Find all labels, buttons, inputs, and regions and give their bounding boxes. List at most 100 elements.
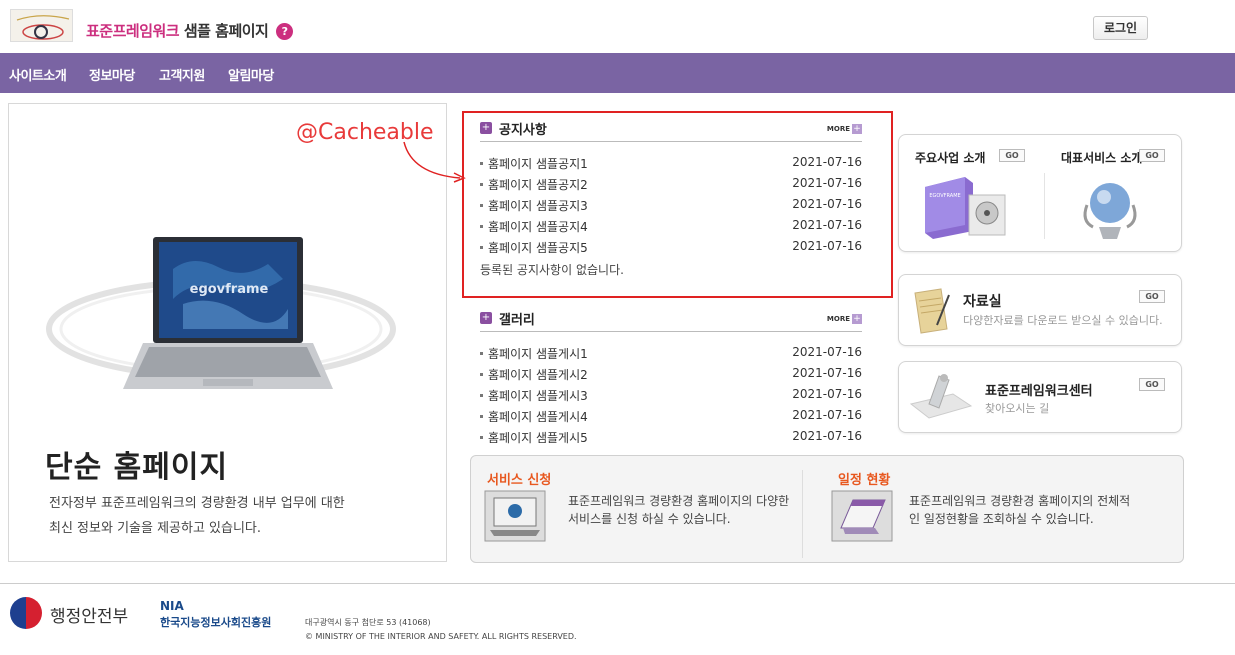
notice-empty-message: 등록된 공지사항이 없습니다. xyxy=(480,263,624,277)
list-item[interactable]: 홈페이지 샘플게시4 2021-07-16 xyxy=(480,405,862,426)
list-item[interactable]: 홈페이지 샘플공지3 2021-07-16 xyxy=(480,194,862,215)
center-title[interactable]: 표준프레임워크센터 xyxy=(985,380,1093,399)
nia-name: 한국지능정보사회진흥원 xyxy=(160,616,272,629)
notice-list: 홈페이지 샘플공지1 2021-07-16 홈페이지 샘플공지2 2021-07-1… xyxy=(480,152,862,257)
service-apply-title[interactable]: 서비스 신청 xyxy=(487,469,551,488)
list-item[interactable]: 홈페이지 샘플공지2 2021-07-16 xyxy=(480,173,862,194)
main-business-go-button[interactable]: GO xyxy=(999,149,1025,162)
service-apply-icon[interactable] xyxy=(484,490,546,542)
schedule-desc-line-2: 인 일정현황을 조회하실 수 있습니다. xyxy=(909,512,1094,526)
hero-desc-line-1: 전자정부 표준프레임워크의 경량환경 내부 업무에 대한 xyxy=(49,496,345,511)
header: 표준프레임워크 샘플 홈페이지 ? 로그인 xyxy=(0,0,1235,53)
service-apply-description: 표준프레임워크 경량환경 홈페이지의 다양한 서비스를 신청 하실 수 있습니다… xyxy=(568,492,789,528)
plus-icon: + xyxy=(480,312,492,324)
nav-item-site-intro[interactable]: 사이트소개 xyxy=(9,65,67,84)
notice-date: 2021-07-16 xyxy=(792,197,862,211)
gallery-board-title[interactable]: 갤러리 xyxy=(499,309,535,328)
rep-service-go-button[interactable]: GO xyxy=(1139,149,1165,162)
footer-copyright: © MINISTRY OF THE INTERIOR AND SAFETY. A… xyxy=(305,632,577,641)
notice-title[interactable]: 홈페이지 샘플공지4 xyxy=(480,218,588,235)
footer-address: 대구광역시 동구 첨단로 53 (41068) xyxy=(305,618,431,627)
nav-item-info[interactable]: 정보마당 xyxy=(89,65,135,84)
ministry-name[interactable]: 행정안전부 xyxy=(50,602,128,627)
gallery-board: + 갤러리 MORE + 홈페이지 샘플게시1 2021-07-16 홈페이지 샘플… xyxy=(480,308,862,447)
taegeuk-logo-icon xyxy=(10,597,42,629)
list-item[interactable]: 홈페이지 샘플게시3 2021-07-16 xyxy=(480,384,862,405)
calendar-icon[interactable] xyxy=(831,490,893,542)
list-item[interactable]: 홈페이지 샘플게시2 2021-07-16 xyxy=(480,363,862,384)
product-box-label: EGOVFRAME xyxy=(929,193,960,199)
notepad-icon xyxy=(914,288,950,334)
gallery-title[interactable]: 홈페이지 샘플게시1 xyxy=(480,345,588,362)
schedule-title[interactable]: 일정 현황 xyxy=(838,469,890,488)
list-item[interactable]: 홈페이지 샘플공지4 2021-07-16 xyxy=(480,215,862,236)
list-item[interactable]: 홈페이지 샘플공지5 2021-07-16 xyxy=(480,236,862,257)
more-plus-icon: + xyxy=(852,124,862,134)
gallery-date: 2021-07-16 xyxy=(792,408,862,422)
nia-logo[interactable]: NIA xyxy=(160,599,184,613)
notice-date: 2021-07-16 xyxy=(792,218,862,232)
rep-service-title[interactable]: 대표서비스 소개 xyxy=(1061,149,1142,166)
gallery-date: 2021-07-16 xyxy=(792,345,862,359)
gallery-more-link[interactable]: MORE + xyxy=(827,314,862,324)
annotation-arrow-icon xyxy=(403,141,466,183)
gallery-title[interactable]: 홈페이지 샘플게시4 xyxy=(480,408,588,425)
notice-title[interactable]: 홈페이지 샘플공지2 xyxy=(480,176,588,193)
list-item[interactable]: 홈페이지 샘플게시1 2021-07-16 xyxy=(480,342,862,363)
notice-more-link[interactable]: MORE + xyxy=(827,124,862,134)
service-apply-desc-line-2: 서비스를 신청 하실 수 있습니다. xyxy=(568,512,731,526)
schedule-desc-line-1: 표준프레임워크 경량환경 홈페이지의 전체적 xyxy=(909,494,1131,508)
site-title[interactable]: 표준프레임워크 샘플 홈페이지 ? xyxy=(86,20,294,41)
main-business-title[interactable]: 주요사업 소개 xyxy=(915,149,985,166)
footer-address-block: 대구광역시 동구 첨단로 53 (41068) © MINISTRY OF TH… xyxy=(305,616,577,644)
gallery-list: 홈페이지 샘플게시1 2021-07-16 홈페이지 샘플게시2 2021-07-1… xyxy=(480,342,862,447)
help-icon[interactable]: ? xyxy=(276,23,294,40)
notice-title[interactable]: 홈페이지 샘플공지5 xyxy=(480,239,588,256)
center-go-button[interactable]: GO xyxy=(1139,378,1165,391)
hero-panel: egovframe 단순 홈페이지 전자정부 표준프레임워크의 경량환경 내부 … xyxy=(8,103,447,562)
footer: 행정안전부 NIA 한국지능정보사회진흥원 대구광역시 동구 첨단로 53 (4… xyxy=(0,583,1235,655)
list-item[interactable]: 홈페이지 샘플게시5 2021-07-16 xyxy=(480,426,862,447)
more-plus-icon: + xyxy=(852,314,862,324)
notice-board-title[interactable]: 공지사항 xyxy=(499,119,547,138)
gallery-title[interactable]: 홈페이지 샘플게시5 xyxy=(480,429,588,446)
gallery-title[interactable]: 홈페이지 샘플게시2 xyxy=(480,366,588,383)
hero-description: 전자정부 표준프레임워크의 경량환경 내부 업무에 대한 최신 정보와 기술을 … xyxy=(49,491,345,541)
hero-title: 단순 홈페이지 xyxy=(45,450,229,485)
archive-panel[interactable]: 자료실 다양한자료를 다운로드 받으실 수 있습니다. GO xyxy=(898,274,1182,346)
globe-trophy-icon xyxy=(1083,183,1137,239)
archive-go-button[interactable]: GO xyxy=(1139,290,1165,303)
notice-date: 2021-07-16 xyxy=(792,239,862,253)
gallery-date: 2021-07-16 xyxy=(792,429,862,443)
more-label: MORE xyxy=(826,315,850,323)
schedule-description: 표준프레임워크 경량환경 홈페이지의 전체적 인 일정현황을 조회하실 수 있습… xyxy=(909,492,1130,528)
services-panel: 서비스 신청 표준프레임워크 경량환경 홈페이지의 다양한 서비스를 신청 하실… xyxy=(470,455,1184,563)
nav-item-notice[interactable]: 알림마당 xyxy=(228,65,274,84)
gallery-title[interactable]: 홈페이지 샘플게시3 xyxy=(480,387,588,404)
panel-divider xyxy=(1044,173,1045,239)
notice-board-header: + 공지사항 MORE + xyxy=(480,118,862,142)
login-button[interactable]: 로그인 xyxy=(1093,16,1148,40)
services-divider xyxy=(802,470,803,558)
archive-title[interactable]: 자료실 xyxy=(963,291,1002,311)
laptop-screen-text: egovframe xyxy=(190,282,269,297)
map-pin-icon xyxy=(909,374,973,419)
product-box-icon: EGOVFRAME xyxy=(925,177,1006,239)
center-panel[interactable]: 표준프레임워크센터 찾아오시는 길 GO xyxy=(898,361,1182,433)
list-item[interactable]: 홈페이지 샘플공지1 2021-07-16 xyxy=(480,152,862,173)
laptop-illustration: egovframe xyxy=(46,237,396,389)
notice-date: 2021-07-16 xyxy=(792,155,862,169)
notice-title[interactable]: 홈페이지 샘플공지1 xyxy=(480,155,588,172)
site-title-rest: 샘플 홈페이지 xyxy=(179,22,269,40)
archive-description: 다양한자료를 다운로드 받으실 수 있습니다. xyxy=(963,314,1163,327)
center-description: 찾아오시는 길 xyxy=(985,402,1050,415)
business-panel: 주요사업 소개 GO 대표서비스 소개 GO EGOVFRAME xyxy=(898,134,1182,252)
notice-title[interactable]: 홈페이지 샘플공지3 xyxy=(480,197,588,214)
site-title-highlight: 표준프레임워크 xyxy=(86,22,180,40)
site-logo[interactable] xyxy=(10,9,73,42)
gallery-date: 2021-07-16 xyxy=(792,366,862,380)
service-apply-desc-line-1: 표준프레임워크 경량환경 홈페이지의 다양한 xyxy=(568,494,790,508)
gallery-date: 2021-07-16 xyxy=(792,387,862,401)
nav-item-support[interactable]: 고객지원 xyxy=(159,65,205,84)
notice-date: 2021-07-16 xyxy=(792,176,862,190)
